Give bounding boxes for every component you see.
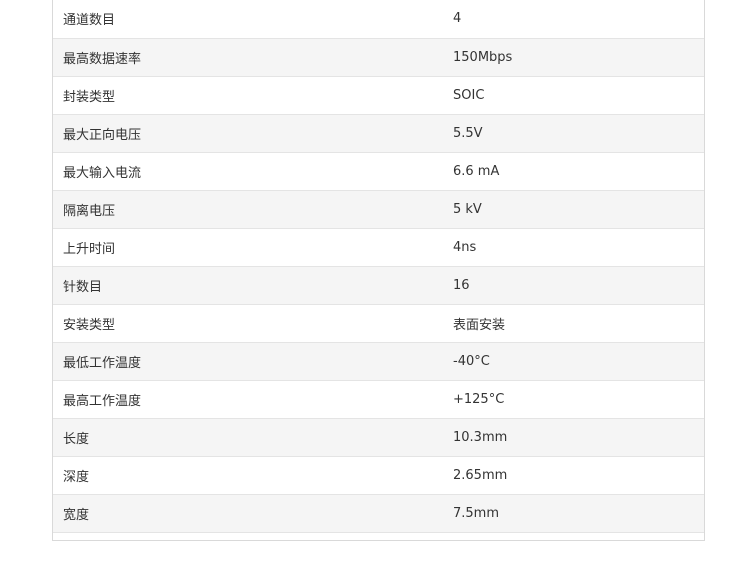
spec-value: 5.5V	[453, 125, 483, 141]
table-row: 安装类型 表面安装	[53, 304, 704, 342]
spec-value: 4	[453, 11, 462, 27]
specifications-panel: 通道数目 4 最高数据速率 150Mbps 封装类型 SOIC 最大正向电压 5…	[52, 0, 705, 541]
spec-label: 深度	[63, 469, 90, 485]
table-row: 最大正向电压 5.5V	[53, 114, 704, 152]
spec-label: 安装类型	[63, 317, 116, 333]
table-row: 最低工作温度 -40°C	[53, 342, 704, 380]
table-row: 通道数目 4	[53, 0, 704, 38]
spec-label: 长度	[63, 431, 90, 447]
table-row: 针数目 16	[53, 266, 704, 304]
specifications-table-body: 通道数目 4 最高数据速率 150Mbps 封装类型 SOIC 最大正向电压 5…	[53, 0, 704, 532]
spec-value: 150Mbps	[453, 49, 513, 65]
table-row: 隔离电压 5 kV	[53, 190, 704, 228]
spec-value: SOIC	[453, 87, 485, 103]
spec-value: 10.3mm	[453, 429, 508, 445]
spec-value: 表面安装	[453, 317, 506, 333]
spec-label: 通道数目	[63, 13, 116, 29]
table-row: 最大输入电流 6.6 mA	[53, 152, 704, 190]
table-row: 上升时间 4ns	[53, 228, 704, 266]
table-row: 最高工作温度 +125°C	[53, 380, 704, 418]
spec-label: 宽度	[63, 507, 90, 523]
spec-value: +125°C	[453, 391, 505, 407]
spec-label: 最大正向电压	[63, 127, 142, 143]
spec-label: 最大输入电流	[63, 165, 142, 181]
spec-value: 7.5mm	[453, 505, 500, 521]
spec-value: 6.6 mA	[453, 163, 500, 179]
spec-label: 最高工作温度	[63, 393, 142, 409]
spec-label: 隔离电压	[63, 203, 116, 219]
table-row: 封装类型 SOIC	[53, 76, 704, 114]
spec-value: 2.65mm	[453, 467, 508, 483]
spec-label: 最高数据速率	[63, 51, 142, 67]
spec-value: 5 kV	[453, 201, 482, 217]
table-row: 长度 10.3mm	[53, 418, 704, 456]
specifications-table: 通道数目 4 最高数据速率 150Mbps 封装类型 SOIC 最大正向电压 5…	[53, 0, 704, 533]
spec-label: 最低工作温度	[63, 355, 142, 371]
spec-label: 针数目	[63, 279, 103, 295]
spec-value: 16	[453, 277, 470, 293]
spec-label: 封装类型	[63, 89, 116, 105]
table-row: 最高数据速率 150Mbps	[53, 38, 704, 76]
spec-value: -40°C	[453, 353, 490, 369]
table-row: 宽度 7.5mm	[53, 494, 704, 532]
spec-value: 4ns	[453, 239, 477, 255]
table-row: 深度 2.65mm	[53, 456, 704, 494]
spec-label: 上升时间	[63, 241, 116, 257]
